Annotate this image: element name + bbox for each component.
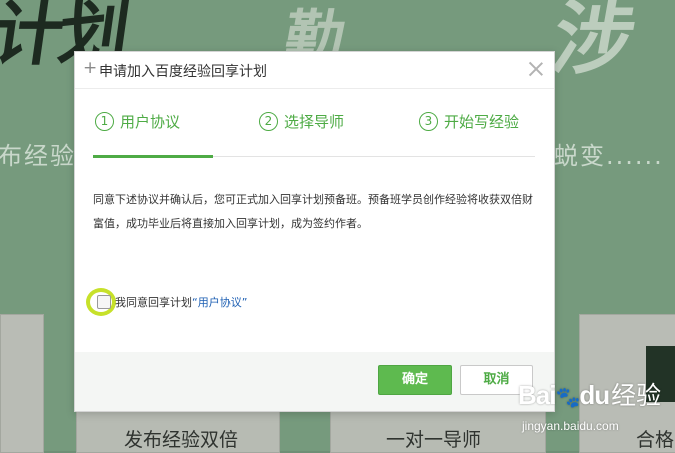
- brush-title-right: 涉: [545, 0, 639, 85]
- watermark-url: jingyan.baidu.com: [522, 419, 619, 433]
- dialog-header: + 申请加入百度经验回享计划: [75, 52, 554, 89]
- agree-label: 我同意回享计划: [115, 296, 192, 309]
- agree-checkbox[interactable]: [97, 295, 111, 309]
- step-number: 1: [95, 112, 114, 131]
- active-step-indicator: [93, 155, 213, 158]
- confirm-button[interactable]: 确定: [378, 365, 452, 395]
- step-label: 选择导师: [284, 113, 345, 131]
- close-icon[interactable]: [527, 60, 545, 78]
- step-number: 2: [259, 112, 278, 131]
- apply-dialog: + 申请加入百度经验回享计划 1 用户协议 2 选择导师 3 开始写经验 同意下…: [74, 51, 555, 412]
- step-choose-mentor[interactable]: 2 选择导师: [259, 111, 344, 132]
- background-tagline-right: 蜕变......: [554, 142, 664, 170]
- baidu-logo: Bai🐾du: [518, 380, 610, 410]
- dialog-title: 申请加入百度经验回享计划: [99, 64, 267, 80]
- agreement-text: 同意下述协议并确认后，您可正式加入回享计划预备班。预备班学员创作经验将收获双倍财…: [93, 193, 533, 230]
- background-tagline-left: 布经验: [0, 142, 76, 170]
- background-card-label: 发布经验双倍: [124, 429, 239, 451]
- background-card: [0, 314, 44, 453]
- plus-icon: +: [83, 58, 98, 78]
- watermark-jingyan: 经验: [611, 381, 662, 410]
- step-start-writing[interactable]: 3 开始写经验: [419, 111, 519, 132]
- step-number: 3: [419, 112, 438, 131]
- user-agreement-link[interactable]: “用户协议”: [192, 294, 247, 310]
- agree-row: 我同意回享计划 “用户协议”: [97, 294, 247, 310]
- background-card-label: 合格: [636, 429, 675, 451]
- step-tabs: 1 用户协议 2 选择导师 3 开始写经验: [93, 111, 535, 158]
- paw-icon: 🐾: [555, 387, 580, 409]
- step-label: 开始写经验: [444, 113, 520, 131]
- background-card-label: 一对一导师: [386, 429, 482, 451]
- step-user-agreement[interactable]: 1 用户协议: [95, 111, 180, 132]
- baidu-jingyan-watermark: Bai🐾du经验: [518, 376, 661, 412]
- dialog-footer: 确定 取消: [75, 352, 554, 411]
- step-label: 用户协议: [120, 113, 181, 131]
